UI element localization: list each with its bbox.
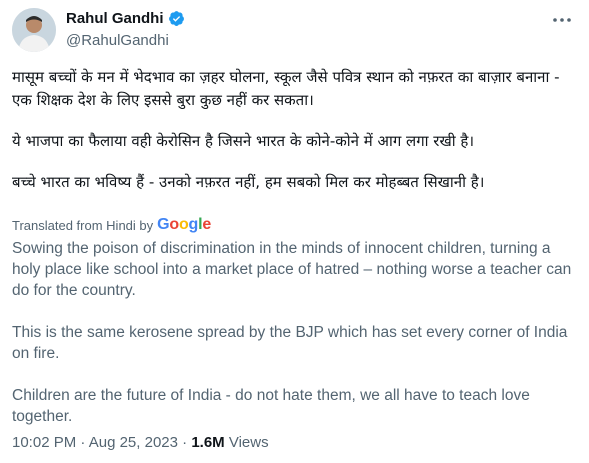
google-logo: Google [157,216,212,233]
translated-label: Translated from Hindi by [12,217,154,233]
verified-badge-icon [168,11,184,26]
tweet-time[interactable]: 10:02 PM [12,434,76,451]
views-label: Views [228,434,269,451]
tweet-header: Rahul Gandhi @RahulGandhi [12,6,577,54]
translation-attribution[interactable]: Translated from Hindi by Google [12,216,211,234]
english-paragraph-2: This is the same kerosene spread by the … [12,324,568,362]
meta-separator-2: · [182,434,188,451]
author-handle[interactable]: @RahulGandhi [66,32,169,49]
hindi-paragraph-3: बच्चे भारत का भविष्य हैं - उनको नफ़रत नह… [12,173,485,191]
english-paragraph-1: Sowing the poison of discrimination in t… [12,240,572,299]
hindi-paragraph-2: ये भाजपा का फैलाया वही केरोसिन है जिसने … [12,132,475,150]
meta-separator: · [80,434,86,451]
author-name[interactable]: Rahul Gandhi [66,10,164,27]
views-count: 1.6M [191,434,225,451]
more-options-icon[interactable] [551,12,573,28]
avatar-image [12,8,56,52]
tweet-date[interactable]: Aug 25, 2023 [89,434,178,451]
tweet-text-hindi: मासूम बच्चों के मन में भेदभाव का ज़हर घो… [12,66,577,194]
tweet-meta: 10:02 PM · Aug 25, 2023 · 1.6M Views [12,434,269,451]
english-paragraph-3: Children are the future of India - do no… [12,387,530,425]
avatar[interactable] [12,8,56,52]
hindi-paragraph-1: मासूम बच्चों के मन में भेदभाव का ज़हर घो… [12,68,560,109]
tweet-text-english: Sowing the poison of discrimination in t… [12,238,577,427]
author-name-line: Rahul Gandhi [66,10,185,27]
